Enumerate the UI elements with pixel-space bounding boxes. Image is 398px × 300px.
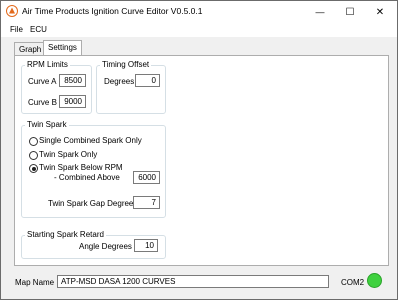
connection-status-indicator <box>367 273 382 288</box>
starting-retard-title: Starting Spark Retard <box>25 230 106 239</box>
window-title: Air Time Products Ignition Curve Editor … <box>22 6 203 16</box>
radio-single-combined[interactable] <box>29 137 38 146</box>
tab-graph[interactable]: Graph <box>14 42 47 56</box>
timing-offset-title: Timing Offset <box>100 60 152 69</box>
curve-a-label: Curve A <box>28 77 57 86</box>
map-name-label: Map Name <box>15 278 55 287</box>
app-logo-icon <box>6 5 18 17</box>
maximize-button[interactable]: ☐ <box>335 1 365 23</box>
minimize-button[interactable]: — <box>305 1 335 23</box>
radio-single-combined-label[interactable]: Single Combined Spark Only <box>39 136 142 145</box>
tab-settings[interactable]: Settings <box>43 40 82 56</box>
map-name-input[interactable]: ATP-MSD DASA 1200 CURVES <box>57 275 329 288</box>
combined-above-label: - Combined Above <box>54 173 120 182</box>
radio-twin-spark-only-label[interactable]: Twin Spark Only <box>39 150 97 159</box>
curve-b-label: Curve B <box>28 98 57 107</box>
combined-above-input[interactable]: 6000 <box>133 171 160 184</box>
timing-degrees-label: Degrees <box>104 77 135 86</box>
menu-file[interactable]: File <box>7 24 26 35</box>
minimize-icon: — <box>315 7 325 17</box>
rpm-limits-title: RPM Limits <box>25 60 70 69</box>
radio-twin-spark-below-rpm[interactable] <box>29 164 38 173</box>
angle-degrees-label: Angle Degrees <box>79 242 132 251</box>
timing-offset-group <box>96 65 166 114</box>
close-icon: ✕ <box>375 6 385 18</box>
radio-twin-spark-only[interactable] <box>29 151 38 160</box>
maximize-icon: ☐ <box>345 6 355 18</box>
radio-twin-spark-below-rpm-label[interactable]: Twin Spark Below RPM <box>39 163 123 172</box>
menu-bar <box>1 23 397 37</box>
menu-ecu[interactable]: ECU <box>27 24 50 35</box>
twin-spark-title: Twin Spark <box>25 120 69 129</box>
angle-degrees-input[interactable]: 10 <box>134 239 158 252</box>
curve-a-input[interactable]: 8500 <box>59 74 86 87</box>
curve-b-input[interactable]: 9000 <box>59 95 86 108</box>
gap-degrees-label: Twin Spark Gap Degrees <box>48 199 138 208</box>
gap-degrees-input[interactable]: 7 <box>133 196 160 209</box>
timing-degrees-input[interactable]: 0 <box>135 74 160 87</box>
com-port-label: COM2 <box>341 278 365 287</box>
close-button[interactable]: ✕ <box>365 1 395 23</box>
